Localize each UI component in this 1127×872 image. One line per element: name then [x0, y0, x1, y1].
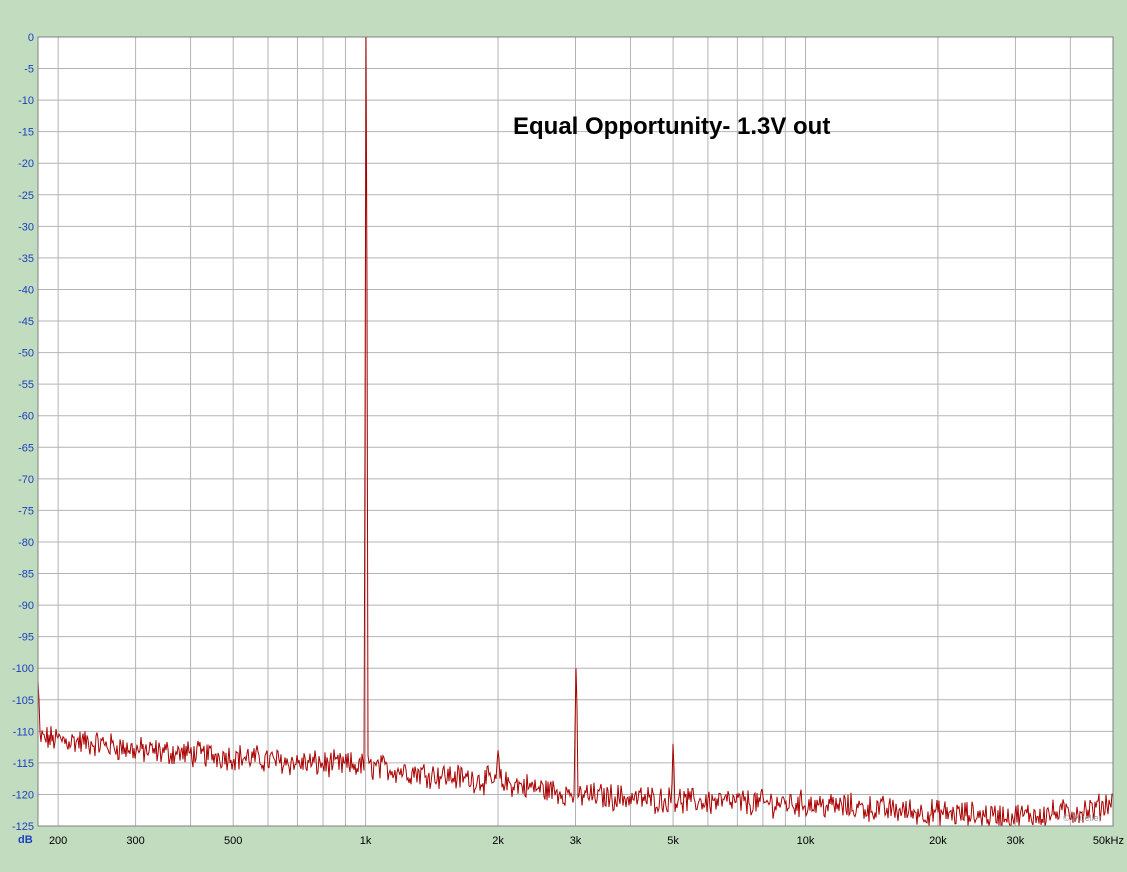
x-tick-label: 50kHz	[1093, 835, 1124, 847]
y-tick-label: -115	[13, 758, 34, 770]
y-tick-label: -55	[18, 379, 34, 391]
x-tick-label: 3k	[570, 835, 582, 847]
x-tick-label: 2k	[492, 835, 504, 847]
chart-frame: 0 -5 -10 -15 -20 -25 -30 -35 -40 -45 -50 -55 -60 -65 -…	[0, 0, 1127, 872]
x-tick-label: 5k	[667, 835, 679, 847]
y-tick-label: -40	[18, 284, 34, 296]
x-tick-label: 10k	[797, 835, 815, 847]
y-axis-unit-label: dB	[18, 834, 33, 846]
x-tick-label: 30k	[1007, 835, 1025, 847]
y-tick-label: -50	[18, 348, 34, 360]
y-tick-label: 0	[28, 32, 34, 44]
y-tick-label: -85	[18, 569, 34, 581]
y-tick-label: -75	[18, 505, 34, 517]
watermark: © Mueller	[1063, 813, 1102, 823]
y-tick-label: -100	[12, 663, 34, 675]
x-tick-label: 200	[49, 835, 67, 847]
y-tick-label: -110	[13, 726, 34, 738]
y-tick-label: -30	[18, 221, 34, 233]
y-tick-label: -70	[18, 474, 34, 486]
spectrum-chart: 0 -5 -10 -15 -20 -25 -30 -35 -40 -45 -50 -55 -60 -65 -…	[12, 32, 1124, 847]
y-tick-label: -60	[18, 411, 34, 423]
y-tick-label: -80	[18, 537, 34, 549]
chart-title: Equal Opportunity- 1.3V out	[513, 113, 830, 140]
y-tick-label: -15	[18, 127, 34, 139]
y-tick-label: -65	[18, 442, 34, 454]
y-tick-label: -125	[12, 821, 34, 833]
y-tick-label: -95	[18, 632, 34, 644]
y-tick-label: -35	[18, 253, 34, 265]
y-tick-label: -20	[18, 158, 34, 170]
y-tick-label: -105	[12, 695, 34, 707]
x-tick-label: 500	[224, 835, 242, 847]
y-tick-label: -45	[18, 316, 34, 328]
y-tick-label: -25	[18, 190, 34, 202]
x-tick-label: 20k	[929, 835, 947, 847]
y-tick-label: -120	[12, 789, 34, 801]
y-tick-labels: 0 -5 -10 -15 -20 -25 -30 -35 -40 -45 -50 -55 -60 -65 -…	[12, 32, 34, 833]
x-tick-labels: 200 300 500 1k 2k 3k 5k 10k 20k 30k 50kHz	[49, 835, 1124, 847]
y-tick-label: -10	[18, 95, 34, 107]
x-tick-label: 1k	[360, 835, 372, 847]
y-tick-label: -90	[18, 600, 34, 612]
x-tick-label: 300	[126, 835, 144, 847]
y-tick-label: -5	[24, 64, 34, 76]
